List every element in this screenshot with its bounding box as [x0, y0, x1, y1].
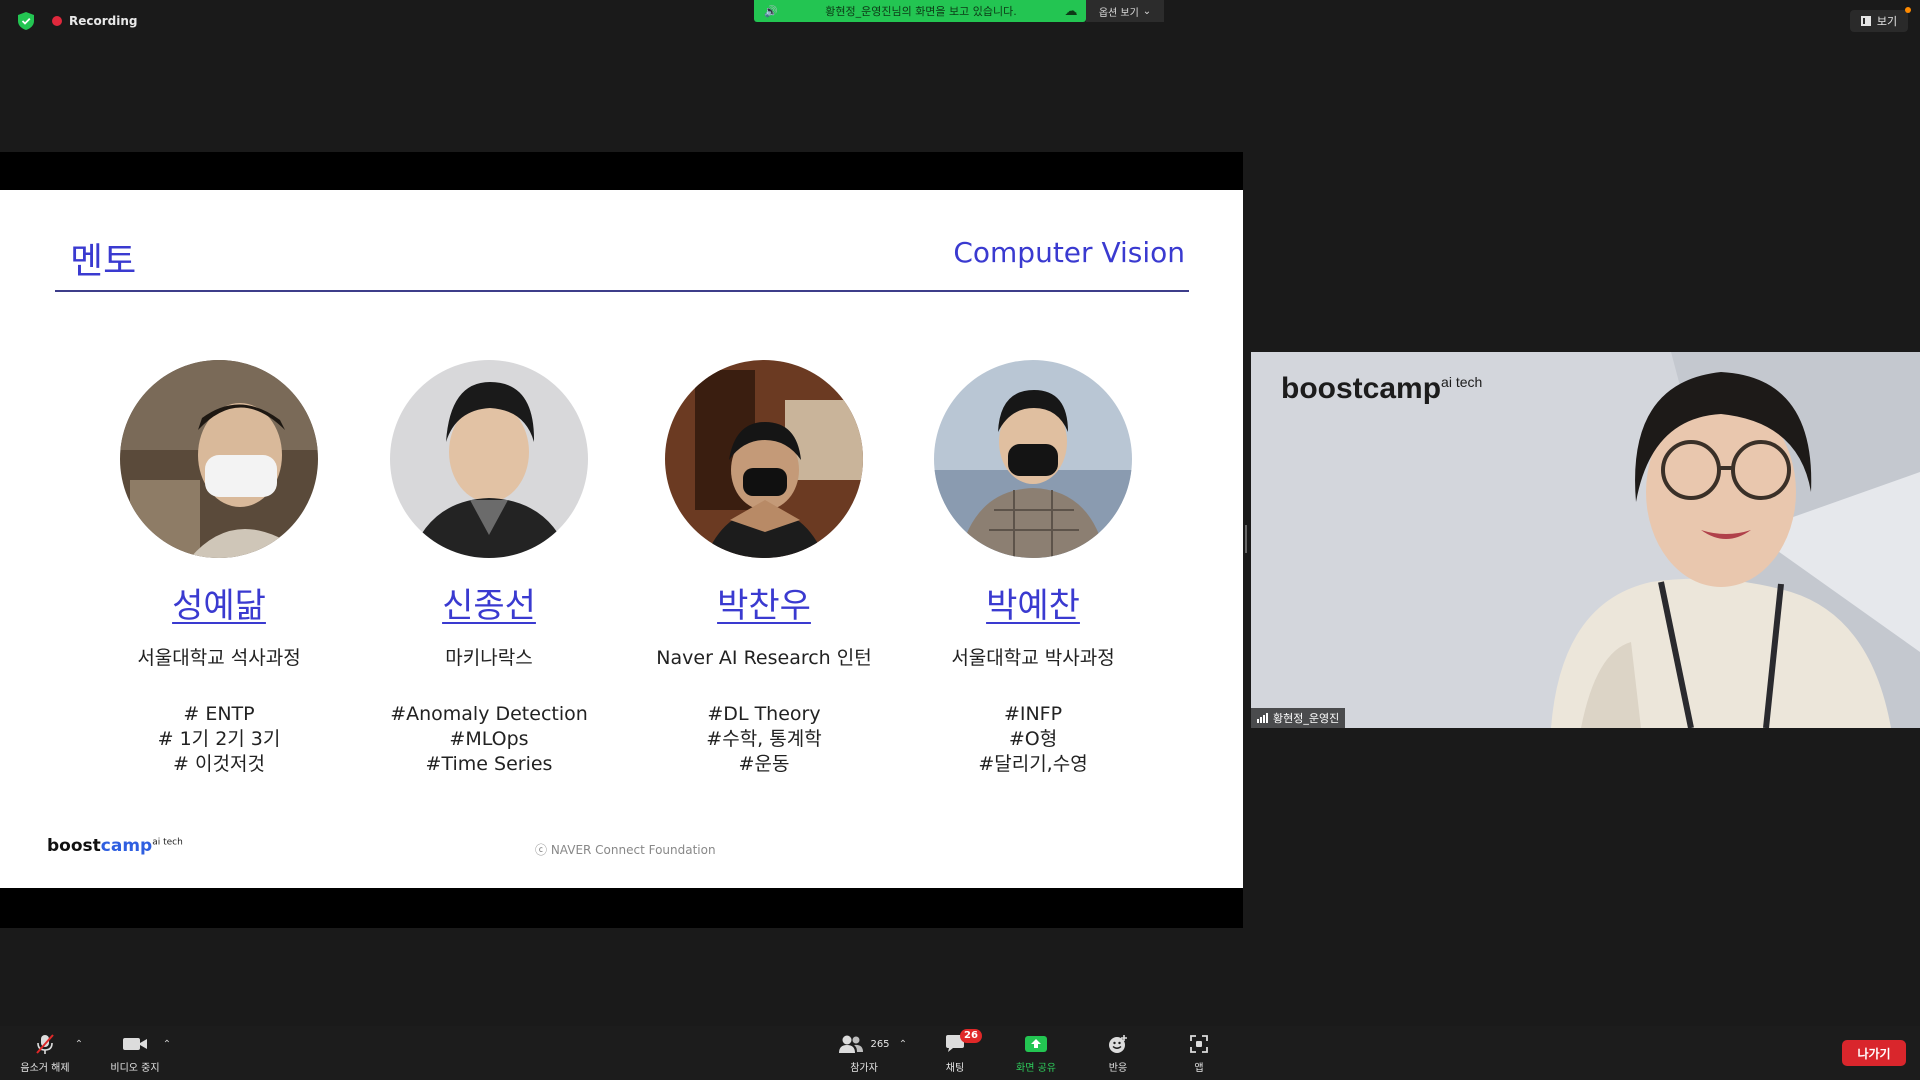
mentor-card: 성예닮 서울대학교 석사과정 # ENTP # 1기 2기 3기 # 이것저것 [79, 360, 359, 777]
mentor-tag: # 1기 2기 3기 [157, 728, 281, 750]
participants-options-caret[interactable]: ⌃ [896, 1032, 910, 1056]
view-button-label: 보기 [1876, 15, 1898, 28]
chat-unread-badge: 26 [960, 1029, 982, 1043]
share-screen-icon [1025, 1036, 1047, 1052]
meeting-status: Recording [18, 12, 138, 30]
mentor-tags: #DL Theory #수학, 통계학 #운동 [624, 702, 904, 777]
slide-topic: Computer Vision [953, 236, 1185, 269]
mentor-card: 박예찬 서울대학교 박사과정 #INFP #O형 #달리기,수영 [893, 360, 1173, 777]
mentor-tag: #O형 [1008, 728, 1058, 750]
view-button[interactable]: 보기 [1850, 7, 1911, 32]
slide-divider [55, 290, 1189, 292]
mentor-tags: #Anomaly Detection #MLOps #Time Series [349, 702, 629, 777]
signal-strength-icon [1257, 713, 1268, 723]
screen-share-banner: 🔊 황현정_운영진님의 화면을 보고 있습니다. ☁ [754, 0, 1086, 22]
share-screen-label: 화면 공유 [1016, 1063, 1056, 1074]
boostcamp-logo: boostcampai tech [47, 836, 183, 856]
mentor-tag: #Anomaly Detection [390, 703, 588, 725]
smiley-add-icon [1109, 1035, 1127, 1053]
mentor-name[interactable]: 신종선 [349, 578, 629, 627]
reactions-button[interactable]: 반응 [1100, 1032, 1136, 1074]
logo-camp: camp [100, 836, 153, 856]
unmute-button[interactable]: 음소거 해제 [14, 1032, 76, 1074]
recording-label: Recording [69, 14, 138, 28]
mentor-card: 신종선 마키나락스 #Anomaly Detection #MLOps #Tim… [349, 360, 629, 777]
participants-label: 참가자 [850, 1063, 878, 1074]
participants-button[interactable]: 265 참가자 [832, 1032, 896, 1074]
audio-options-caret[interactable]: ⌃ [72, 1032, 86, 1056]
participants-icon [839, 1035, 864, 1053]
mentor-tag: #달리기,수영 [978, 753, 1088, 775]
mentor-tag: # ENTP [183, 703, 255, 725]
slide-title: 멘토 [70, 241, 137, 282]
notification-dot [1905, 7, 1911, 13]
mentor-tags: # ENTP # 1기 2기 3기 # 이것저것 [79, 702, 359, 777]
mentor-name[interactable]: 성예닮 [79, 578, 359, 627]
chat-label: 채팅 [945, 1063, 965, 1074]
mentor-affiliation: 마키나락스 [445, 647, 533, 669]
mentor-tag: # 이것저것 [173, 753, 265, 775]
mentor-photo [390, 360, 588, 558]
mentor-photo [665, 360, 863, 558]
mentor-tag: #운동 [738, 753, 790, 775]
participant-name: 황현정_운영진 [1273, 712, 1340, 725]
mentor-tags: #INFP #O형 #달리기,수영 [893, 702, 1173, 777]
presentation-slide: 멘토 Computer Vision 성예닮 서울대학교 석사과정 # ENTP… [0, 190, 1243, 888]
chevron-down-icon: ⌄ [1142, 5, 1152, 17]
video-brand-logo: boostcampai tech [1281, 372, 1482, 406]
muted-microphone-icon [36, 1034, 54, 1054]
share-banner-text: 황현정_운영진님의 화면을 보고 있습니다. [825, 5, 1017, 18]
recording-dot-icon [52, 16, 62, 26]
panel-resize-handle[interactable] [1245, 525, 1247, 553]
apps-button[interactable]: 앱 [1186, 1032, 1212, 1074]
chevron-up-icon: ⌃ [74, 1038, 84, 1050]
security-shield-icon[interactable] [18, 12, 34, 30]
stop-video-button[interactable]: 비디오 중지 [104, 1032, 166, 1074]
chat-button[interactable]: 26 채팅 [940, 1029, 982, 1074]
stop-video-label: 비디오 중지 [110, 1063, 160, 1074]
mentor-photo [934, 360, 1132, 558]
mentor-tag: #INFP [1003, 703, 1063, 725]
slide-footer: ⓒ NAVER Connect Foundation [535, 843, 716, 857]
chevron-up-icon: ⌃ [898, 1038, 908, 1050]
view-options-dropdown[interactable]: 옵션 보기 ⌄ [1086, 0, 1164, 22]
participants-count: 265 [870, 1038, 890, 1050]
participant-name-tag: 황현정_운영진 [1251, 708, 1346, 728]
mentor-tag: #Time Series [425, 753, 553, 775]
mentor-card: 박찬우 Naver AI Research 인턴 #DL Theory #수학,… [624, 360, 904, 777]
leave-button[interactable]: 나가기 [1842, 1040, 1906, 1066]
logo-boost: boost [47, 836, 101, 856]
mentor-name[interactable]: 박예찬 [893, 578, 1173, 627]
apps-label: 앱 [1194, 1063, 1204, 1074]
mentor-affiliation: 서울대학교 석사과정 [137, 647, 301, 669]
mentor-tag: #DL Theory [707, 703, 821, 725]
mentor-photo [120, 360, 318, 558]
mentor-name[interactable]: 박찬우 [624, 578, 904, 627]
recording-indicator[interactable]: Recording [52, 14, 138, 28]
mentor-tag: #MLOps [449, 728, 529, 750]
mentor-affiliation: 서울대학교 박사과정 [951, 647, 1115, 669]
cloud-icon: ☁ [1064, 3, 1078, 19]
video-brand-sup: ai tech [1441, 374, 1483, 390]
video-feed [1251, 352, 1920, 728]
apps-icon [1190, 1035, 1208, 1053]
mentor-affiliation: Naver AI Research 인턴 [656, 647, 872, 669]
view-layout-icon [1860, 16, 1871, 26]
reactions-label: 반응 [1108, 1063, 1128, 1074]
video-brand-main: boostcamp [1281, 372, 1442, 405]
logo-sup: ai tech [152, 837, 183, 848]
speaker-icon[interactable]: 🔊 [760, 5, 782, 18]
unmute-label: 음소거 해제 [20, 1063, 70, 1074]
mentor-tag: #수학, 통계학 [706, 728, 822, 750]
participant-video[interactable]: boostcampai tech 황현정_운영진 [1251, 352, 1920, 728]
video-options-caret[interactable]: ⌃ [160, 1032, 174, 1056]
share-screen-button[interactable]: 화면 공유 [1010, 1032, 1062, 1074]
meeting-toolbar: 음소거 해제 ⌃ 비디오 중지 ⌃ 265 참가자 ⌃ 26 채팅 화면 공유 … [0, 1026, 1920, 1080]
view-options-label: 옵션 보기 [1098, 7, 1139, 19]
video-camera-icon [123, 1038, 147, 1050]
chevron-up-icon: ⌃ [162, 1038, 172, 1050]
